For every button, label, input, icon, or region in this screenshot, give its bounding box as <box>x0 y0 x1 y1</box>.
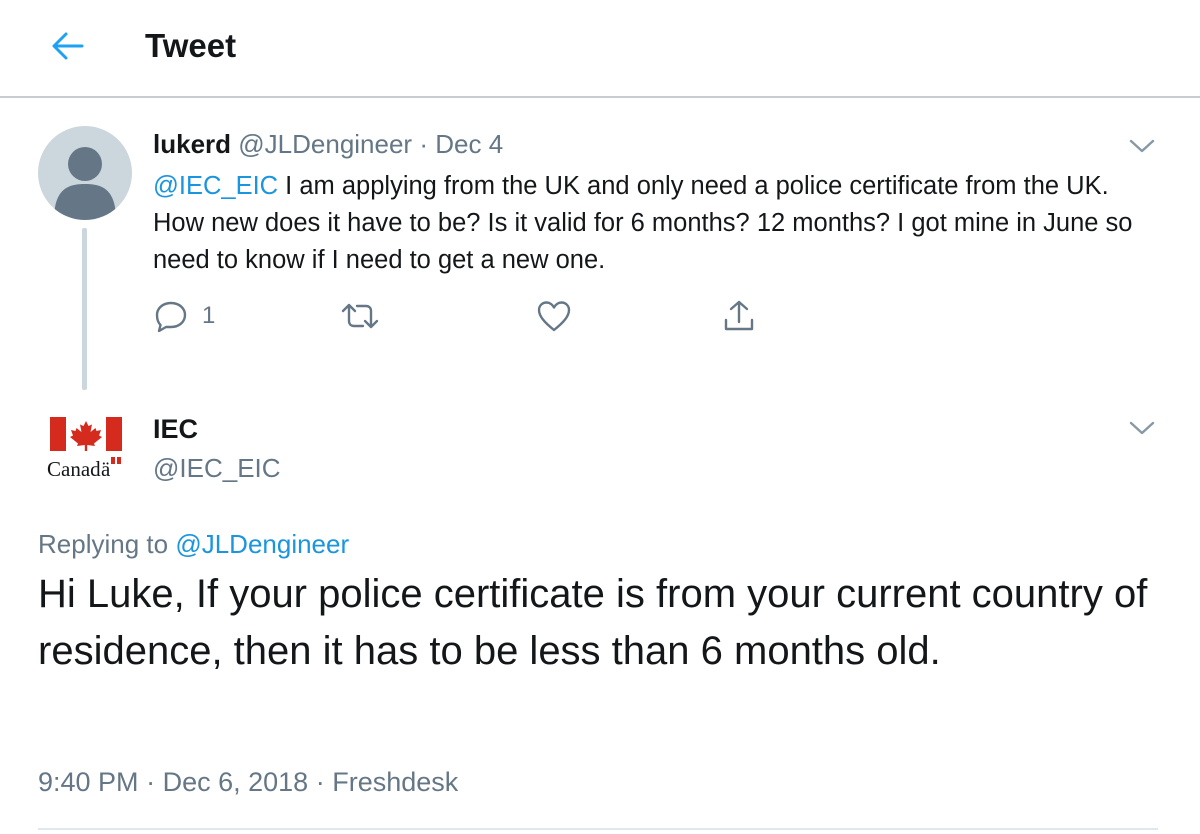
replying-prefix: Replying to <box>38 529 176 559</box>
author-name[interactable]: lukerd <box>153 129 231 159</box>
page-title: Tweet <box>145 27 237 64</box>
meta-separator: · <box>315 767 325 797</box>
heart-icon <box>537 301 571 332</box>
author-handle[interactable]: @IEC_EIC <box>153 452 281 484</box>
chevron-down-icon <box>1129 139 1155 153</box>
tweet-actions: 1 <box>0 296 1200 336</box>
tweet-date[interactable]: Dec 4 <box>435 129 503 159</box>
tweet-time: 9:40 PM <box>38 767 139 797</box>
divider <box>38 828 1158 830</box>
reply-icon <box>155 301 187 332</box>
author-name[interactable]: IEC <box>153 412 198 446</box>
replying-to: Replying to @JLDengineer <box>38 527 349 561</box>
tweet-text: @IEC_EIC I am applying from the UK and o… <box>153 168 1163 279</box>
tweet-source-link[interactable]: Freshdesk <box>332 767 458 797</box>
author-handle[interactable]: @JLDengineer <box>238 129 412 159</box>
mention-link[interactable]: @IEC_EIC <box>153 172 278 200</box>
retweet-icon <box>341 303 379 329</box>
canada-wordmark-logo: Canad ä <box>47 417 122 481</box>
tweet-menu-button[interactable] <box>1124 128 1160 164</box>
tweet-menu-button[interactable] <box>1124 410 1160 446</box>
tweet-date: Dec 6, 2018 <box>162 767 309 797</box>
top-bar: Tweet <box>0 0 1200 98</box>
like-button[interactable] <box>536 296 572 336</box>
default-avatar-icon <box>54 147 116 220</box>
reply-count: 1 <box>202 302 216 329</box>
meta-separator: · <box>146 767 156 797</box>
share-button[interactable] <box>722 296 756 336</box>
back-button[interactable] <box>48 26 88 66</box>
arrow-left-icon <box>52 32 84 60</box>
svg-text:ä: ä <box>101 457 111 481</box>
svg-text:Canad: Canad <box>47 457 101 481</box>
tweet-text-body: I am applying from the UK and only need … <box>153 172 1133 274</box>
tweet-timestamp: 9:40 PM · Dec 6, 2018 · Freshdesk <box>38 764 458 800</box>
share-icon <box>724 300 754 331</box>
reply-button[interactable]: 1 <box>154 296 215 336</box>
tweet-meta: lukerd @JLDengineer · Dec 4 <box>153 128 503 160</box>
avatar[interactable] <box>38 126 132 220</box>
chevron-down-icon <box>1129 421 1155 435</box>
retweet-button[interactable] <box>340 296 380 336</box>
tweet-text: Hi Luke, If your police certificate is f… <box>38 572 1148 673</box>
replying-handle-link[interactable]: @JLDengineer <box>175 529 349 559</box>
meta-separator: · <box>419 129 428 159</box>
avatar[interactable]: Canad ä <box>46 414 128 484</box>
